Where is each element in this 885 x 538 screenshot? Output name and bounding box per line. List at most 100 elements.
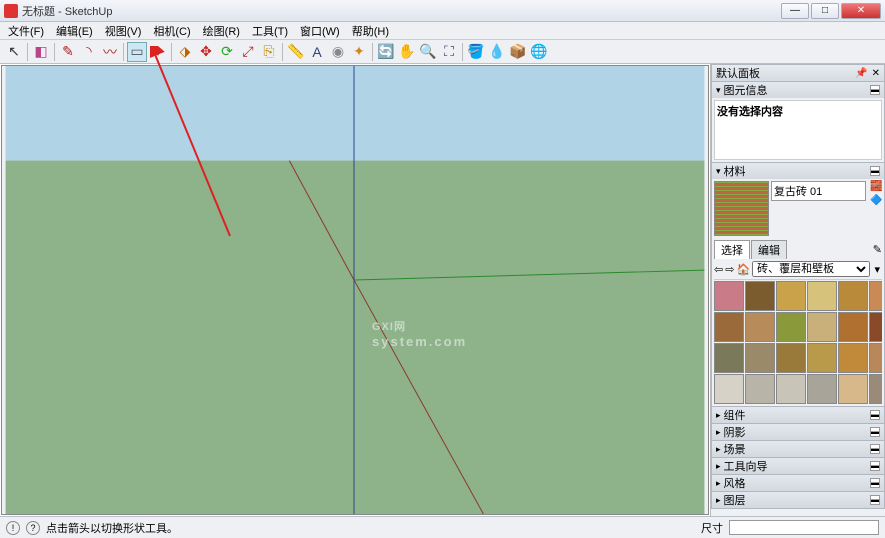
material-swatch[interactable] xyxy=(807,374,837,404)
material-swatch[interactable] xyxy=(869,343,882,373)
section-header-materials[interactable]: 材料 ▬ xyxy=(712,163,884,179)
dimension-input[interactable] xyxy=(729,520,879,535)
tool-rectangle[interactable]: ▭ xyxy=(127,42,147,62)
tool-3dw[interactable]: 🌐 xyxy=(529,42,549,62)
tool-pencil[interactable]: ✎ xyxy=(58,42,78,62)
details-icon[interactable]: ▾ xyxy=(872,263,882,276)
back-icon[interactable]: ⇦ xyxy=(714,263,723,276)
collapse-icon[interactable]: ▬ xyxy=(870,461,880,471)
collapse-icon[interactable]: ▬ xyxy=(870,166,880,176)
menu-item[interactable]: 相机(C) xyxy=(147,23,196,39)
tab-edit[interactable]: 编辑 xyxy=(751,240,787,259)
material-swatch[interactable] xyxy=(776,312,806,342)
section-header[interactable]: 阴影▬ xyxy=(712,424,884,440)
menu-item[interactable]: 帮助(H) xyxy=(346,23,395,39)
material-swatch[interactable] xyxy=(838,312,868,342)
material-swatch[interactable] xyxy=(838,281,868,311)
tool-orbit[interactable]: 🔄 xyxy=(376,42,396,62)
material-swatch[interactable] xyxy=(714,312,744,342)
tool-pan[interactable]: ✋ xyxy=(397,42,417,62)
viewport[interactable]: GXI网 system.com xyxy=(1,65,709,515)
material-swatch[interactable] xyxy=(807,281,837,311)
tool-axes[interactable]: ✦ xyxy=(349,42,369,62)
tool-protractor[interactable]: ◉ xyxy=(328,42,348,62)
material-swatch[interactable] xyxy=(714,281,744,311)
material-swatch[interactable] xyxy=(869,374,882,404)
material-swatch[interactable] xyxy=(745,374,775,404)
menu-item[interactable]: 窗口(W) xyxy=(294,23,346,39)
material-swatch[interactable] xyxy=(776,281,806,311)
material-swatch[interactable] xyxy=(745,312,775,342)
material-swatch[interactable] xyxy=(714,343,744,373)
material-category-select[interactable]: 砖、覆层和壁板 xyxy=(752,261,870,277)
tool-zoom[interactable]: 🔍 xyxy=(418,42,438,62)
collapse-icon[interactable]: ▬ xyxy=(870,85,880,95)
material-swatch[interactable] xyxy=(745,281,775,311)
material-swatch[interactable] xyxy=(807,343,837,373)
tool-paint[interactable]: 🪣 xyxy=(466,42,486,62)
material-swatch[interactable] xyxy=(807,312,837,342)
menubar: 文件(F)编辑(E)视图(V)相机(C)绘图(R)工具(T)窗口(W)帮助(H) xyxy=(0,22,885,40)
tool-dd[interactable]: ▾ xyxy=(148,42,168,62)
section-entity-info: 图元信息 ▬ 没有选择内容 xyxy=(711,81,885,163)
section-header[interactable]: 场景▬ xyxy=(712,441,884,457)
tool-arc[interactable]: ◝ xyxy=(79,42,99,62)
material-swatch[interactable] xyxy=(776,374,806,404)
section-header[interactable]: 组件▬ xyxy=(712,407,884,423)
collapse-icon[interactable]: ▬ xyxy=(870,444,880,454)
material-swatch[interactable] xyxy=(776,343,806,373)
tool-zoomext[interactable]: ⛶ xyxy=(439,42,459,62)
maximize-button[interactable]: □ xyxy=(811,3,839,19)
tool-eraser[interactable]: ◧ xyxy=(31,42,51,62)
material-swatch[interactable] xyxy=(838,374,868,404)
material-swatch[interactable] xyxy=(745,343,775,373)
tool-offset[interactable]: ⎘ xyxy=(259,42,279,62)
tool-components[interactable]: 📦 xyxy=(508,42,528,62)
material-name-field[interactable]: 复古砖 01 xyxy=(771,181,866,201)
pin-icon[interactable]: 📌 xyxy=(855,68,867,79)
tool-freehand[interactable]: 〰 xyxy=(100,42,120,62)
panel-close-icon[interactable]: ✕ xyxy=(872,68,880,79)
material-swatch[interactable] xyxy=(869,281,882,311)
status-hint: 点击箭头以切换形状工具。 xyxy=(46,520,695,536)
close-button[interactable]: ✕ xyxy=(841,3,881,19)
menu-item[interactable]: 编辑(E) xyxy=(50,23,99,39)
menu-item[interactable]: 工具(T) xyxy=(246,23,294,39)
tool-rotate[interactable]: ⟳ xyxy=(217,42,237,62)
material-swatch[interactable] xyxy=(869,312,882,342)
tool-sample[interactable]: 💧 xyxy=(487,42,507,62)
material-preview[interactable] xyxy=(714,181,769,236)
minimize-button[interactable]: — xyxy=(781,3,809,19)
tool-text[interactable]: A xyxy=(307,42,327,62)
section-header-entity[interactable]: 图元信息 ▬ xyxy=(712,82,884,98)
tool-scale[interactable]: ⤢ xyxy=(238,42,258,62)
collapse-icon[interactable]: ▬ xyxy=(870,478,880,488)
default-material-icon[interactable]: 🔷 xyxy=(870,195,882,207)
menu-item[interactable]: 绘图(R) xyxy=(197,23,246,39)
toolbar: ↖ ◧ ✎◝〰 ▭▾ ⬗✥⟳⤢⎘ 📏A◉✦ 🔄✋🔍⛶ 🪣💧📦🌐 xyxy=(0,40,885,64)
forward-icon[interactable]: ⇨ xyxy=(725,263,734,276)
menu-item[interactable]: 文件(F) xyxy=(2,23,50,39)
menu-item[interactable]: 视图(V) xyxy=(99,23,148,39)
collapse-icon[interactable]: ▬ xyxy=(870,427,880,437)
material-swatch[interactable] xyxy=(714,374,744,404)
tool-move[interactable]: ✥ xyxy=(196,42,216,62)
tab-select[interactable]: 选择 xyxy=(714,240,750,259)
section-header[interactable]: 工具向导▬ xyxy=(712,458,884,474)
collapse-icon[interactable]: ▬ xyxy=(870,495,880,505)
home-icon[interactable]: 🏠 xyxy=(736,263,750,276)
create-material-icon[interactable]: 🧱 xyxy=(870,181,882,193)
collapse-icon[interactable]: ▬ xyxy=(870,410,880,420)
tool-select[interactable]: ↖ xyxy=(4,42,24,62)
right-panel: 默认面板 📌 ✕ 图元信息 ▬ 没有选择内容 材料 ▬ xyxy=(710,64,885,516)
dimension-label: 尺寸 xyxy=(701,520,723,536)
section-header[interactable]: 风格▬ xyxy=(712,475,884,491)
status-icon-2[interactable]: ? xyxy=(26,521,40,535)
section-header[interactable]: 图层▬ xyxy=(712,492,884,508)
status-icon-1[interactable]: ! xyxy=(6,521,20,535)
material-swatch[interactable] xyxy=(838,343,868,373)
tool-tape[interactable]: 📏 xyxy=(286,42,306,62)
titlebar: 无标题 - SketchUp — □ ✕ xyxy=(0,0,885,22)
tool-pushpull[interactable]: ⬗ xyxy=(175,42,195,62)
eyedropper-icon[interactable]: ✎ xyxy=(873,243,882,256)
